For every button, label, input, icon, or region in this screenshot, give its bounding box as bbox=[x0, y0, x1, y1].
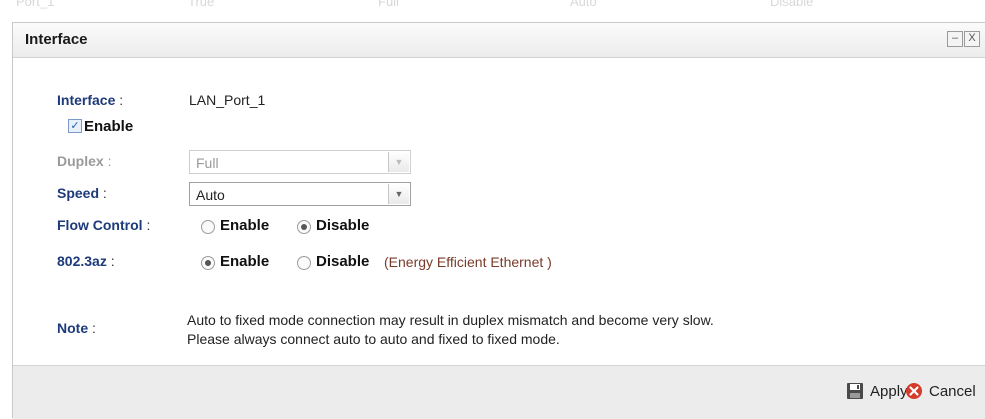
flow-control-enable-label[interactable]: Enable bbox=[220, 217, 269, 234]
interface-label-text: Interface bbox=[57, 92, 116, 108]
chevron-down-icon: ▼ bbox=[388, 152, 409, 172]
interface-value: LAN_Port_1 bbox=[189, 92, 266, 108]
duplex-label-colon: : bbox=[107, 153, 112, 169]
flow-control-enable-radio[interactable] bbox=[201, 220, 215, 234]
note-label-text: Note bbox=[57, 320, 89, 336]
note-line-1: Auto to fixed mode connection may result… bbox=[187, 312, 714, 328]
enable-checkbox[interactable]: ✓ bbox=[68, 119, 82, 133]
flow-control-disable-radio[interactable] bbox=[297, 220, 311, 234]
save-icon bbox=[847, 383, 863, 399]
speed-label-text: Speed bbox=[57, 185, 100, 201]
background-cell: True bbox=[188, 0, 215, 9]
minimize-icon[interactable]: – bbox=[947, 31, 963, 47]
enable-label[interactable]: Enable bbox=[84, 118, 133, 135]
speed-select[interactable]: Auto ▼ bbox=[189, 182, 411, 206]
eee-label-text: 802.3az bbox=[57, 253, 107, 269]
speed-select-value: Auto bbox=[196, 187, 225, 203]
duplex-label-text: Duplex bbox=[57, 153, 104, 169]
apply-label: Apply bbox=[870, 383, 908, 400]
flow-control-label: Flow Control : bbox=[57, 217, 150, 233]
eee-label: 802.3az : bbox=[57, 253, 115, 269]
background-cell: Disable bbox=[770, 0, 814, 9]
note-text: Auto to fixed mode connection may result… bbox=[187, 311, 977, 349]
cancel-icon bbox=[906, 383, 922, 399]
interface-dialog: Interface – X Interface : LAN_Port_1 ✓ E… bbox=[12, 22, 985, 419]
dialog-titlebar[interactable]: Interface – X bbox=[13, 23, 985, 58]
background-cell: Port_1 bbox=[16, 0, 55, 9]
speed-label: Speed : bbox=[57, 185, 107, 201]
interface-label: Interface : bbox=[57, 92, 123, 108]
chevron-down-icon: ▼ bbox=[388, 184, 409, 204]
dialog-footer: Apply Cancel bbox=[13, 365, 985, 419]
note-label: Note : bbox=[57, 320, 96, 336]
flow-control-disable-label[interactable]: Disable bbox=[316, 217, 369, 234]
eee-disable-label[interactable]: Disable bbox=[316, 253, 369, 270]
flow-control-label-text: Flow Control bbox=[57, 217, 143, 233]
dialog-title: Interface bbox=[25, 31, 88, 48]
note-label-colon: : bbox=[92, 320, 96, 336]
cancel-label: Cancel bbox=[929, 383, 976, 400]
cancel-button[interactable]: Cancel bbox=[905, 382, 985, 402]
note-line-2: Please always connect auto to auto and f… bbox=[187, 331, 560, 347]
eee-hint: (Energy Efficient Ethernet ) bbox=[384, 254, 552, 270]
background-cell: Auto bbox=[570, 0, 597, 9]
duplex-select-value: Full bbox=[196, 155, 219, 171]
speed-label-colon: : bbox=[102, 185, 107, 201]
duplex-select[interactable]: Full ▼ bbox=[189, 150, 411, 174]
eee-enable-radio[interactable] bbox=[201, 256, 215, 270]
background-table-row: Port_1 True Full Auto Disable bbox=[0, 0, 985, 22]
eee-enable-label[interactable]: Enable bbox=[220, 253, 269, 270]
interface-label-colon: : bbox=[119, 92, 124, 108]
flow-control-label-colon: : bbox=[146, 217, 151, 233]
eee-label-colon: : bbox=[110, 253, 115, 269]
duplex-label: Duplex : bbox=[57, 153, 111, 169]
close-icon[interactable]: X bbox=[964, 31, 980, 47]
eee-disable-radio[interactable] bbox=[297, 256, 311, 270]
background-cell: Full bbox=[378, 0, 399, 9]
